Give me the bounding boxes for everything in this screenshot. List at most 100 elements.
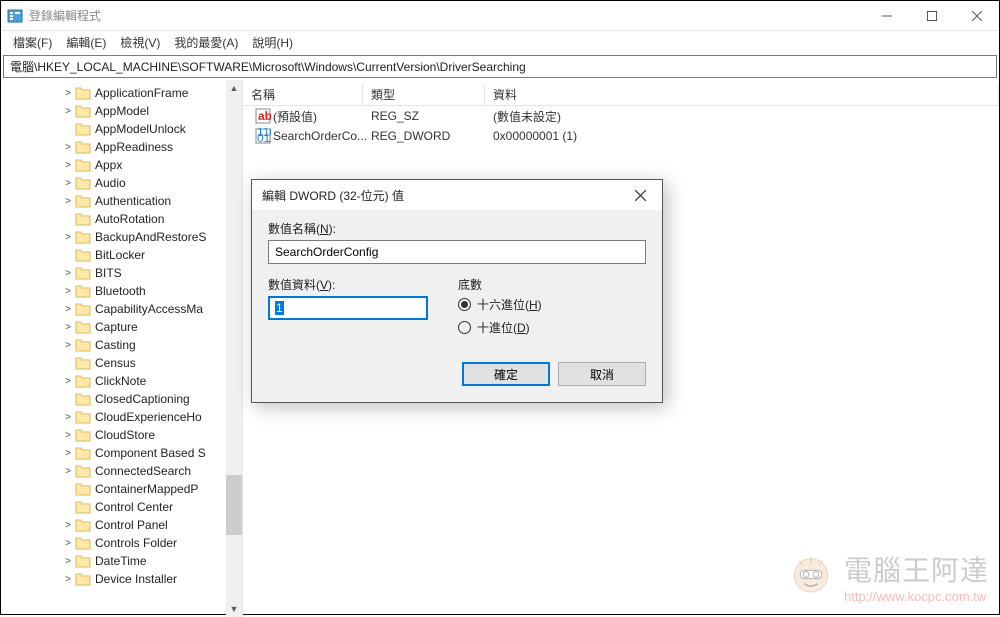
tree-item[interactable]: >Appx [1,156,242,174]
expander-icon[interactable]: > [61,106,75,117]
tree-item[interactable]: >CloudExperienceHo [1,408,242,426]
tree-scrollbar[interactable]: ▲ ▼ [226,80,242,617]
expander-icon[interactable]: > [61,574,75,585]
expander-icon[interactable]: > [61,430,75,441]
col-data[interactable]: 資料 [485,84,999,105]
tree-item[interactable]: >DateTime [1,552,242,570]
tree-item[interactable]: >BackupAndRestoreS [1,228,242,246]
maximize-button[interactable] [909,1,954,31]
folder-icon [75,536,91,550]
tree-item[interactable]: ClosedCaptioning [1,390,242,408]
expander-icon[interactable]: > [61,268,75,279]
close-button[interactable] [954,1,999,31]
menu-file[interactable]: 檔案(F) [7,34,58,51]
tree-item[interactable]: >Bluetooth [1,282,242,300]
radio-dec[interactable]: 十進位(D) [458,319,646,336]
expander-icon[interactable]: > [61,286,75,297]
value-data-input[interactable]: 1 [268,296,428,320]
expander-icon[interactable] [61,250,75,261]
base-label: 底數 [458,276,646,293]
expander-icon[interactable]: > [61,178,75,189]
menu-edit[interactable]: 編輯(E) [60,34,112,51]
tree-item[interactable]: >ConnectedSearch [1,462,242,480]
value-name-input[interactable]: SearchOrderConfig [268,240,646,264]
tree-item[interactable]: > Capture [1,318,242,336]
tree-item[interactable]: >AppModel [1,102,242,120]
ok-button[interactable]: 確定 [462,362,550,386]
minimize-button[interactable] [864,1,909,31]
expander-icon[interactable] [61,394,75,405]
tree-item[interactable]: >CloudStore [1,426,242,444]
dialog-close-button[interactable] [620,181,660,209]
expander-icon[interactable]: > [61,196,75,207]
folder-icon [75,428,91,442]
expander-icon[interactable]: > [61,142,75,153]
tree-item[interactable]: Control Center [1,498,242,516]
folder-icon [75,446,91,460]
tree-item[interactable]: >AppReadiness [1,138,242,156]
tree-item[interactable]: >Control Panel [1,516,242,534]
expander-icon[interactable]: > [61,538,75,549]
tree-item[interactable]: AutoRotation [1,210,242,228]
tree-item[interactable]: >BITS [1,264,242,282]
folder-icon [75,230,91,244]
tree-label: Authentication [95,194,171,208]
folder-icon [75,554,91,568]
col-name[interactable]: 名稱 [243,84,363,105]
tree-item[interactable]: >CapabilityAccessMa [1,300,242,318]
tree-label: ClosedCaptioning [95,392,190,406]
folder-icon [75,482,91,496]
menu-favorites[interactable]: 我的最愛(A) [168,34,244,51]
scroll-up-icon[interactable]: ▲ [226,80,242,96]
expander-icon[interactable]: > [61,556,75,567]
value-data-label: 數值資料(V): [268,276,428,293]
expander-icon[interactable]: > [61,376,75,387]
tree-item[interactable]: > Authentication [1,192,242,210]
tree-item[interactable]: BitLocker [1,246,242,264]
tree-label: Control Center [95,500,173,514]
expander-icon[interactable]: > [61,412,75,423]
tree-item[interactable]: ContainerMappedP [1,480,242,498]
expander-icon[interactable]: > [61,466,75,477]
tree-item[interactable]: Census [1,354,242,372]
menu-view[interactable]: 檢視(V) [114,34,166,51]
regedit-icon [7,8,23,24]
tree-item[interactable]: >ClickNote [1,372,242,390]
expander-icon[interactable]: > [61,448,75,459]
address-input[interactable]: 電腦\HKEY_LOCAL_MACHINE\SOFTWARE\Microsoft… [3,55,997,78]
radio-hex[interactable]: 十六進位(H) [458,296,646,313]
tree-item[interactable]: >Casting [1,336,242,354]
list-row[interactable]: 110011SearchOrderCo...REG_DWORD0x0000000… [243,126,999,146]
col-type[interactable]: 類型 [363,84,485,105]
tree-item[interactable]: >Component Based S [1,444,242,462]
expander-icon[interactable]: > [61,322,75,333]
tree-item[interactable]: AppModelUnlock [1,120,242,138]
scroll-thumb[interactable] [226,475,242,535]
expander-icon[interactable]: > [61,304,75,315]
dialog-title: 編輯 DWORD (32-位元) 值 [262,187,620,204]
folder-icon [75,176,91,190]
expander-icon[interactable] [61,484,75,495]
expander-icon[interactable] [61,124,75,135]
menu-help[interactable]: 說明(H) [246,34,299,51]
expander-icon[interactable] [61,502,75,513]
list-row[interactable]: ab(預設值)REG_SZ(數值未設定) [243,106,999,126]
app-title: 登錄編輯程式 [29,7,864,24]
tree-item[interactable]: >Audio [1,174,242,192]
dialog-titlebar[interactable]: 編輯 DWORD (32-位元) 值 [252,180,662,210]
tree-item[interactable]: >Device Installer [1,570,242,588]
tree-label: Capture [95,320,138,334]
tree-item[interactable]: >Controls Folder [1,534,242,552]
value-name-label: 數值名稱(N): [268,220,646,237]
folder-icon [75,464,91,478]
expander-icon[interactable]: > [61,160,75,171]
expander-icon[interactable]: > [61,232,75,243]
cancel-button[interactable]: 取消 [558,362,646,386]
expander-icon[interactable]: > [61,88,75,99]
expander-icon[interactable] [61,358,75,369]
expander-icon[interactable]: > [61,340,75,351]
expander-icon[interactable] [61,214,75,225]
svg-text:011: 011 [257,131,271,144]
tree-item[interactable]: >ApplicationFrame [1,84,242,102]
expander-icon[interactable]: > [61,520,75,531]
